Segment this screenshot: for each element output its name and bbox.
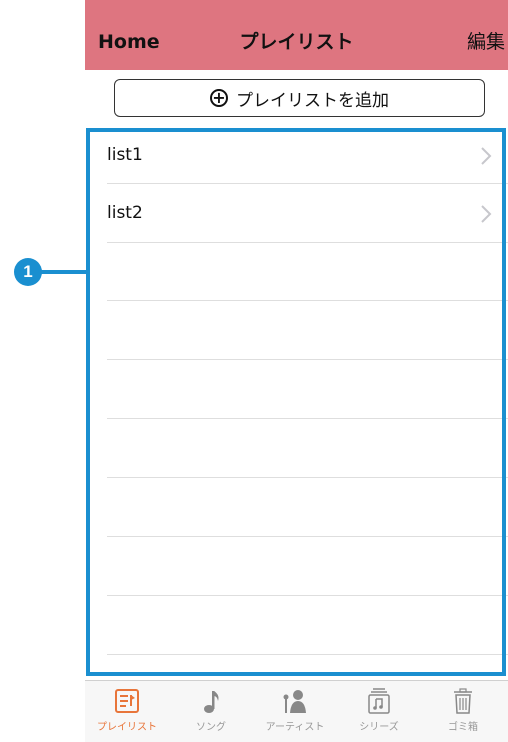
- tab-label: シリーズ: [359, 722, 399, 733]
- edit-button[interactable]: 編集: [467, 30, 505, 54]
- playlist-icon: [115, 689, 139, 713]
- add-playlist-button[interactable]: + プレイリストを追加: [114, 79, 485, 117]
- page-title: プレイリスト: [239, 31, 354, 53]
- music-note-icon: [204, 691, 219, 713]
- series-icon: [368, 688, 390, 714]
- artist-icon: [283, 690, 306, 713]
- highlight-box: [86, 128, 506, 676]
- tab-bar: プレイリスト ソング アーティスト シリーズ ゴミ箱: [85, 680, 508, 742]
- tab-playlist[interactable]: プレイリスト: [85, 687, 169, 742]
- tab-artist[interactable]: アーティスト: [253, 687, 337, 742]
- tab-label: プレイリスト: [97, 722, 157, 733]
- tab-trash[interactable]: ゴミ箱: [421, 687, 505, 742]
- callout-badge: 1: [14, 258, 42, 286]
- tab-series[interactable]: シリーズ: [337, 687, 421, 742]
- tab-label: ゴミ箱: [448, 722, 478, 733]
- callout-line: [38, 270, 88, 274]
- tab-label: アーティスト: [265, 722, 325, 733]
- tab-song[interactable]: ソング: [169, 687, 253, 742]
- add-playlist-label: プレイリストを追加: [236, 90, 389, 111]
- add-circle-icon: +: [210, 89, 228, 107]
- navigation-bar: Home プレイリスト 編集: [85, 0, 508, 70]
- trash-icon: [454, 688, 472, 714]
- tab-label: ソング: [196, 722, 226, 733]
